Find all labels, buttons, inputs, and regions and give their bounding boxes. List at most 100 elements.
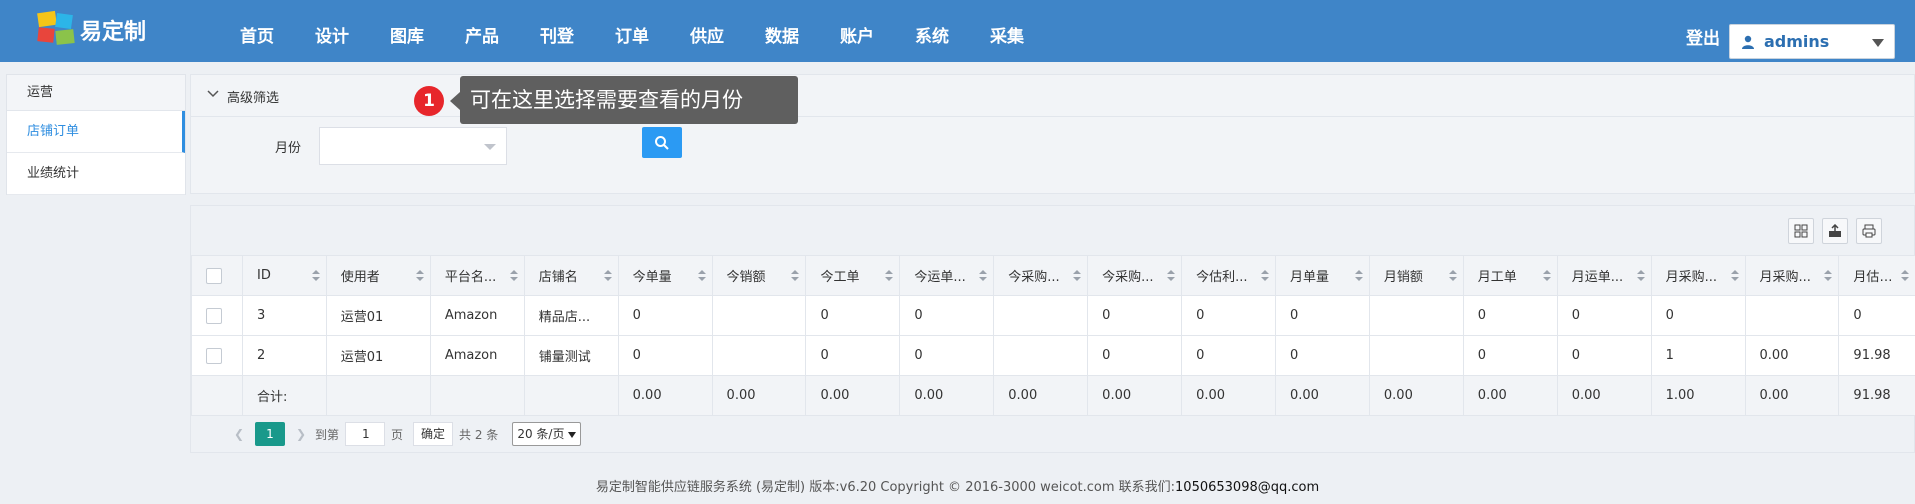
- column-header[interactable]: 今采购...: [1087, 255, 1183, 296]
- sort-icon[interactable]: [697, 270, 706, 282]
- page-unit-label: 页: [391, 427, 404, 442]
- column-header[interactable]: 月估利...: [1838, 255, 1915, 296]
- pagination: ❮ 1 ❯ 到第 1 页 确定 共 2 条 20 条/页: [231, 421, 582, 447]
- page-size-value: 20 条/页: [517, 427, 565, 441]
- top-navbar: 易定制 首页 设计 图库 产品 刊登 订单 供应 数据 账户 系统 采集 登出 …: [0, 0, 1915, 62]
- table-row[interactable]: 3 运营01 Amazon 精品店... 0 0 0 0 0 0 0 0 0 0: [190, 295, 1915, 336]
- chevron-right-icon[interactable]: ❯: [293, 424, 309, 444]
- goto-label: 到第: [315, 427, 340, 442]
- chevron-down-icon: [484, 144, 496, 150]
- sort-icon[interactable]: [415, 270, 424, 282]
- main-nav: 首页 设计 图库 产品 刊登 订单 供应 数据 账户 系统 采集: [240, 0, 1065, 62]
- columns-button[interactable]: [1788, 218, 1814, 244]
- column-header[interactable]: 今工单: [805, 255, 901, 296]
- chevron-left-icon[interactable]: ❮: [231, 424, 247, 444]
- table-cell: 91.98: [1838, 375, 1915, 416]
- user-name: admins: [1764, 32, 1830, 51]
- column-header[interactable]: 今估利...: [1181, 255, 1276, 296]
- data-table: ID 使用者 平台名... 店铺名 今单量 今销额 今工单 今运单... 今采购…: [190, 255, 1915, 416]
- nav-item-design[interactable]: 设计: [315, 0, 390, 62]
- user-icon: [1742, 35, 1754, 49]
- sort-icon[interactable]: [1448, 270, 1457, 282]
- column-header[interactable]: 月运单...: [1556, 255, 1652, 296]
- nav-item-supply[interactable]: 供应: [690, 0, 765, 62]
- table-cell: 0: [1181, 295, 1276, 336]
- sort-icon[interactable]: [791, 270, 800, 282]
- goto-page-input[interactable]: 1: [345, 422, 386, 446]
- search-button[interactable]: [642, 127, 682, 158]
- table-cell: [711, 335, 807, 376]
- table-cell: [1744, 295, 1840, 336]
- nav-item-products[interactable]: 产品: [465, 0, 540, 62]
- nav-item-listing[interactable]: 刊登: [540, 0, 615, 62]
- nav-item-collect[interactable]: 采集: [990, 0, 1065, 62]
- table-cell: 0: [1556, 335, 1652, 376]
- nav-item-data[interactable]: 数据: [765, 0, 840, 62]
- row-select-cell: [190, 335, 244, 376]
- sidebar-item-performance[interactable]: 业绩统计: [7, 153, 185, 195]
- column-header[interactable]: ID: [242, 255, 327, 296]
- table-cell: 0: [1087, 295, 1183, 336]
- column-header[interactable]: 月采购...: [1650, 255, 1746, 296]
- table-cell: Amazon: [429, 295, 525, 336]
- select-all-cell: [190, 255, 244, 296]
- user-dropdown[interactable]: admins: [1729, 24, 1895, 59]
- export-button[interactable]: [1822, 218, 1848, 244]
- footer-contact[interactable]: 1050653098@qq.com: [1175, 480, 1319, 495]
- column-header[interactable]: 今销额: [711, 255, 807, 296]
- sidebar-item-store-orders[interactable]: 店铺订单: [7, 111, 185, 153]
- page-button-current[interactable]: 1: [255, 422, 285, 446]
- column-header[interactable]: 平台名...: [429, 255, 525, 296]
- table-cell: 0.00: [1462, 375, 1558, 416]
- table-cell: 0.00: [899, 375, 995, 416]
- nav-item-system[interactable]: 系统: [915, 0, 990, 62]
- select-all-checkbox[interactable]: [206, 267, 222, 284]
- column-header[interactable]: 今单量: [617, 255, 713, 296]
- sort-icon[interactable]: [1824, 270, 1833, 282]
- table-row[interactable]: 2 运营01 Amazon 铺量测试 0 0 0 0 0 0 0 0 1 0.0…: [190, 335, 1915, 376]
- column-header[interactable]: 月单量: [1274, 255, 1370, 296]
- sort-icon[interactable]: [979, 270, 988, 282]
- nav-item-orders[interactable]: 订单: [615, 0, 690, 62]
- table-cell: 0.00: [1744, 335, 1840, 376]
- nav-item-home[interactable]: 首页: [240, 0, 315, 62]
- table-cell: [1368, 295, 1464, 336]
- table-cell: 运营01: [325, 335, 431, 376]
- confirm-button[interactable]: 确定: [413, 422, 454, 446]
- column-header[interactable]: 使用者: [325, 255, 431, 296]
- sort-icon[interactable]: [1901, 270, 1909, 282]
- table-cell: 精品店...: [523, 295, 619, 336]
- table-cell: 91.98: [1838, 335, 1915, 376]
- column-header[interactable]: 月采购...: [1744, 255, 1840, 296]
- sort-icon[interactable]: [603, 270, 612, 282]
- tooltip-text: 可在这里选择需要查看的月份: [460, 76, 798, 124]
- sort-icon[interactable]: [1730, 270, 1739, 282]
- month-select[interactable]: [319, 127, 507, 165]
- sort-icon[interactable]: [885, 270, 894, 282]
- print-button[interactable]: [1856, 218, 1882, 244]
- table-cell: 1.00: [1650, 375, 1746, 416]
- column-header[interactable]: 月工单: [1462, 255, 1558, 296]
- nav-item-account[interactable]: 账户: [840, 0, 915, 62]
- table-cell: 0: [805, 295, 901, 336]
- sort-icon[interactable]: [311, 270, 320, 282]
- export-icon: [1829, 224, 1841, 237]
- column-header[interactable]: 店铺名: [523, 255, 619, 296]
- sort-icon[interactable]: [1542, 270, 1551, 282]
- row-checkbox[interactable]: [206, 307, 222, 324]
- row-checkbox[interactable]: [206, 347, 222, 364]
- month-label: 月份: [275, 141, 302, 156]
- sort-icon[interactable]: [1073, 270, 1082, 282]
- table-cell: [711, 295, 807, 336]
- sort-icon[interactable]: [1636, 270, 1645, 282]
- column-header[interactable]: 今运单...: [899, 255, 995, 296]
- column-header[interactable]: 今采购...: [993, 255, 1089, 296]
- sort-icon[interactable]: [509, 270, 518, 282]
- sort-icon[interactable]: [1167, 270, 1176, 282]
- sort-icon[interactable]: [1354, 270, 1363, 282]
- sort-icon[interactable]: [1260, 270, 1269, 282]
- logout-link[interactable]: 登出: [1686, 0, 1720, 62]
- nav-item-gallery[interactable]: 图库: [390, 0, 465, 62]
- page-size-select[interactable]: 20 条/页: [512, 422, 582, 446]
- column-header[interactable]: 月销额: [1368, 255, 1464, 296]
